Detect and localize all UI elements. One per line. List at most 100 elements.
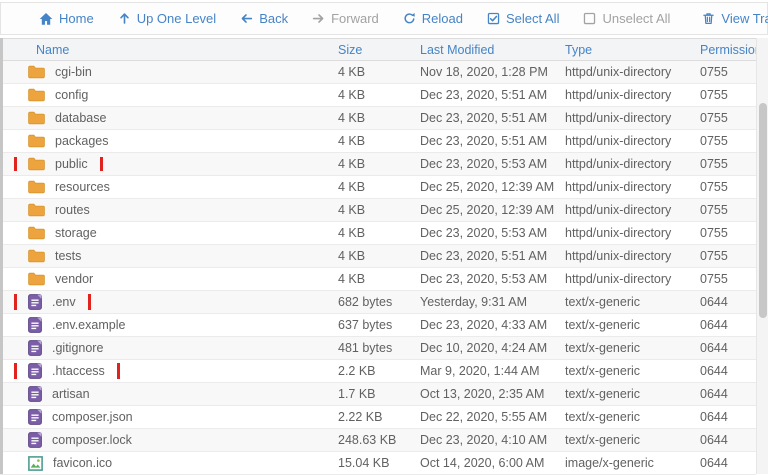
file-name: database [55, 111, 106, 125]
file-name: .env.example [52, 318, 125, 332]
file-modified: Dec 23, 2020, 5:53 AM [420, 157, 565, 171]
file-permissions: 0644 [700, 456, 756, 470]
column-header-last-modified[interactable]: Last Modified [420, 43, 565, 57]
toolbar: HomeUp One Level Back Forward Reload Select … [0, 2, 768, 35]
toolbar-button-back[interactable]: Back [228, 3, 300, 34]
file-name-cell: resources [0, 180, 338, 194]
column-header-name[interactable]: Name [0, 43, 338, 57]
file-type: text/x-generic [565, 433, 700, 447]
file-name-cell: .env.example [0, 317, 338, 333]
toolbar-button-label: Back [259, 11, 288, 26]
table-row[interactable]: composer.json2.22 KBDec 22, 2020, 5:55 A… [0, 406, 756, 429]
folder-icon [28, 272, 45, 286]
toolbar-button-up-one-level[interactable]: Up One Level [106, 3, 229, 34]
folder-icon [28, 203, 45, 217]
file-name: artisan [52, 387, 90, 401]
file-permissions: 0755 [700, 65, 756, 79]
file-name: vendor [55, 272, 93, 286]
vertical-scrollbar[interactable] [756, 38, 768, 474]
toolbar-button-label: Reload [422, 11, 463, 26]
name-group: artisan [28, 386, 90, 402]
file-modified: Dec 23, 2020, 5:51 AM [420, 249, 565, 263]
file-type: text/x-generic [565, 341, 700, 355]
table-row[interactable]: storage4 KBDec 23, 2020, 5:53 AMhttpd/un… [0, 222, 756, 245]
file-name: tests [55, 249, 81, 263]
table-row[interactable]: artisan1.7 KBOct 13, 2020, 2:35 AMtext/x… [0, 383, 756, 406]
table-row[interactable]: .env682 bytesYesterday, 9:31 AMtext/x-ge… [0, 291, 756, 314]
file-permissions: 0755 [700, 111, 756, 125]
table-row[interactable]: resources4 KBDec 25, 2020, 12:39 AMhttpd… [0, 176, 756, 199]
file-modified: Oct 14, 2020, 6:00 AM [420, 456, 565, 470]
highlight-box: .htaccess [28, 363, 105, 379]
file-name: routes [55, 203, 90, 217]
folder-icon [28, 65, 45, 79]
file-type: httpd/unix-directory [565, 272, 700, 286]
toolbar-button-unselect-all[interactable]: Unselect All [571, 3, 682, 34]
file-name: .gitignore [52, 341, 103, 355]
table-row[interactable]: favicon.ico15.04 KBOct 14, 2020, 6:00 AM… [0, 452, 756, 475]
toolbar-button-select-all[interactable]: Select All [475, 3, 571, 34]
table-row[interactable]: composer.lock248.63 KBDec 23, 2020, 4:10… [0, 429, 756, 452]
file-modified: Dec 23, 2020, 5:51 AM [420, 134, 565, 148]
table-row[interactable]: .htaccess2.2 KBMar 9, 2020, 1:44 AMtext/… [0, 360, 756, 383]
file-size: 682 bytes [338, 295, 420, 309]
table-row[interactable]: config4 KBDec 23, 2020, 5:51 AMhttpd/uni… [0, 84, 756, 107]
table-row[interactable]: tests4 KBDec 23, 2020, 5:51 AMhttpd/unix… [0, 245, 756, 268]
toolbar-button-view-trash[interactable]: View Trash [690, 3, 768, 34]
toolbar-button-reload[interactable]: Reload [391, 3, 475, 34]
file-modified: Mar 9, 2020, 1:44 AM [420, 364, 565, 378]
checkbox-empty-icon [583, 12, 596, 25]
file-size: 481 bytes [338, 341, 420, 355]
folder-icon [28, 111, 45, 125]
file-permissions: 0644 [700, 341, 756, 355]
file-name-cell: public [0, 157, 338, 171]
toolbar-button-forward[interactable]: Forward [300, 3, 391, 34]
file-type: text/x-generic [565, 387, 700, 401]
file-name: config [55, 88, 88, 102]
file-name: composer.json [52, 410, 133, 424]
file-permissions: 0755 [700, 157, 756, 171]
file-size: 4 KB [338, 157, 420, 171]
file-type: httpd/unix-directory [565, 65, 700, 79]
table-row[interactable]: vendor4 KBDec 23, 2020, 5:53 AMhttpd/uni… [0, 268, 756, 291]
table-row[interactable]: public4 KBDec 23, 2020, 5:53 AMhttpd/uni… [0, 153, 756, 176]
highlight-box: public [28, 157, 88, 171]
file-permissions: 0755 [700, 180, 756, 194]
scrollbar-thumb[interactable] [759, 103, 767, 318]
name-group: config [28, 88, 88, 102]
image-file-icon [28, 456, 43, 471]
file-size: 637 bytes [338, 318, 420, 332]
file-type: text/x-generic [565, 318, 700, 332]
file-size: 4 KB [338, 272, 420, 286]
file-icon [28, 317, 42, 333]
file-size: 4 KB [338, 65, 420, 79]
column-header-type[interactable]: Type [565, 43, 700, 57]
table-row[interactable]: .env.example637 bytesDec 23, 2020, 4:33 … [0, 314, 756, 337]
file-type: text/x-generic [565, 410, 700, 424]
folder-icon [28, 226, 45, 240]
file-permissions: 0755 [700, 272, 756, 286]
file-name-cell: .htaccess [0, 363, 338, 379]
file-modified: Dec 25, 2020, 12:39 AM [420, 203, 565, 217]
reload-icon [403, 12, 416, 25]
file-name: favicon.ico [53, 456, 112, 470]
folder-icon [28, 180, 45, 194]
file-modified: Dec 25, 2020, 12:39 AM [420, 180, 565, 194]
table-row[interactable]: routes4 KBDec 25, 2020, 12:39 AMhttpd/un… [0, 199, 756, 222]
column-header-size[interactable]: Size [338, 43, 420, 57]
table-row[interactable]: database4 KBDec 23, 2020, 5:51 AMhttpd/u… [0, 107, 756, 130]
file-name-cell: packages [0, 134, 338, 148]
file-type: text/x-generic [565, 364, 700, 378]
toolbar-button-home[interactable]: Home [27, 3, 106, 34]
table-row[interactable]: cgi-bin4 KBNov 18, 2020, 1:28 PMhttpd/un… [0, 61, 756, 84]
file-permissions: 0755 [700, 226, 756, 240]
file-size: 4 KB [338, 134, 420, 148]
folder-icon [28, 249, 45, 263]
table-row[interactable]: packages4 KBDec 23, 2020, 5:51 AMhttpd/u… [0, 130, 756, 153]
table-row[interactable]: .gitignore481 bytesDec 10, 2020, 4:24 AM… [0, 337, 756, 360]
file-type: httpd/unix-directory [565, 88, 700, 102]
file-name-cell: .gitignore [0, 340, 338, 356]
file-name: packages [55, 134, 109, 148]
file-permissions: 0644 [700, 433, 756, 447]
name-group: storage [28, 226, 97, 240]
